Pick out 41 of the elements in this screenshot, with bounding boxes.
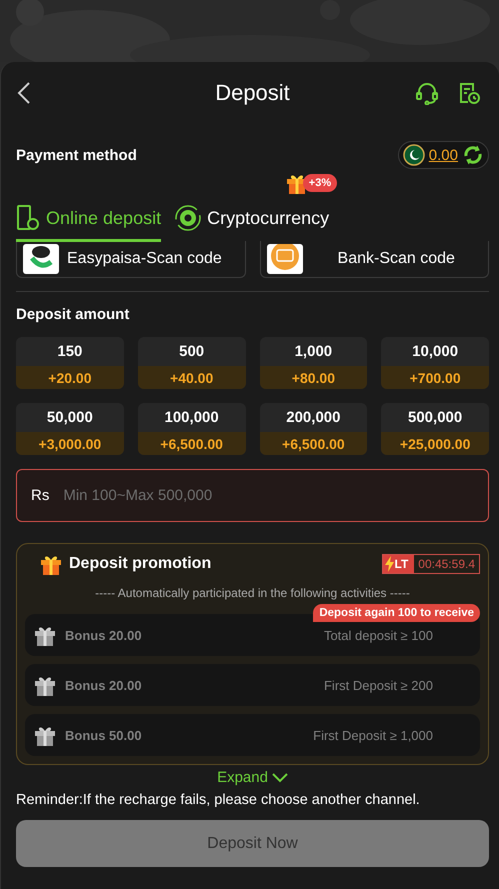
card-logo-icon bbox=[266, 244, 302, 274]
amount-option[interactable]: 100,000 +6,500.00 bbox=[138, 403, 246, 455]
amount-option[interactable]: 1,000 +80.00 bbox=[260, 337, 368, 389]
condition-text: First Deposit ≥ 200 bbox=[324, 678, 433, 692]
flag-icon bbox=[402, 144, 425, 166]
currency-label: Rs bbox=[31, 487, 50, 504]
coin-icon bbox=[175, 205, 202, 231]
promotion-note: ----- Automatically participated in the following activities ----- bbox=[94, 586, 411, 600]
promotion-title: Deposit promotion bbox=[69, 555, 212, 573]
tip-badge: Deposit again 100 to receive bbox=[313, 604, 480, 622]
reminder-text: Reminder:If the recharge fails, please choose another channel. bbox=[16, 792, 421, 808]
page-title: Deposit bbox=[215, 80, 290, 106]
amount-option[interactable]: 150 +20.00 bbox=[16, 337, 124, 389]
amount-option[interactable]: 200,000 +6,500.00 bbox=[260, 403, 368, 455]
countdown-timer: LT 00:45:59.4 bbox=[382, 554, 480, 574]
phone-icon bbox=[16, 205, 40, 231]
amount-option[interactable]: 10,000 +700.00 bbox=[381, 337, 489, 389]
method-option[interactable]: Easypaisa-Scan code bbox=[16, 241, 246, 278]
easypaisa-logo-icon bbox=[23, 244, 59, 274]
amount-option[interactable]: 500 +40.00 bbox=[138, 337, 246, 389]
refresh-icon[interactable] bbox=[462, 144, 484, 166]
chevron-down-icon bbox=[272, 772, 288, 782]
amount-input[interactable]: Min 100~Max 500,000 bbox=[61, 486, 474, 505]
method-option[interactable]: Bank-Scan code bbox=[260, 241, 489, 278]
headset-icon[interactable] bbox=[415, 81, 439, 105]
condition-text: First Deposit ≥ 1,000 bbox=[313, 728, 433, 742]
back-icon[interactable] bbox=[16, 81, 32, 105]
expand-button[interactable]: Expand bbox=[217, 769, 288, 786]
condition-text: Total deposit ≥ 100 bbox=[324, 628, 433, 642]
balance-amount[interactable]: 0.00 bbox=[428, 146, 458, 164]
section-label: Deposit amount bbox=[16, 306, 130, 323]
bonus-badge: +3% bbox=[284, 171, 338, 195]
bonus-label: Bonus 20.00 bbox=[65, 678, 142, 692]
lightning-icon bbox=[384, 556, 394, 572]
amount-option[interactable]: 50,000 +3,000.00 bbox=[16, 403, 124, 455]
bonus-label: Bonus 50.00 bbox=[65, 728, 142, 742]
amount-field[interactable]: Rs Min 100~Max 500,000 bbox=[16, 469, 489, 522]
amount-option[interactable]: 500,000 +25,000.00 bbox=[381, 403, 489, 455]
history-icon[interactable] bbox=[457, 81, 481, 105]
section-label: Payment method bbox=[16, 146, 137, 164]
bonus-label: Bonus 20.00 bbox=[65, 628, 142, 642]
